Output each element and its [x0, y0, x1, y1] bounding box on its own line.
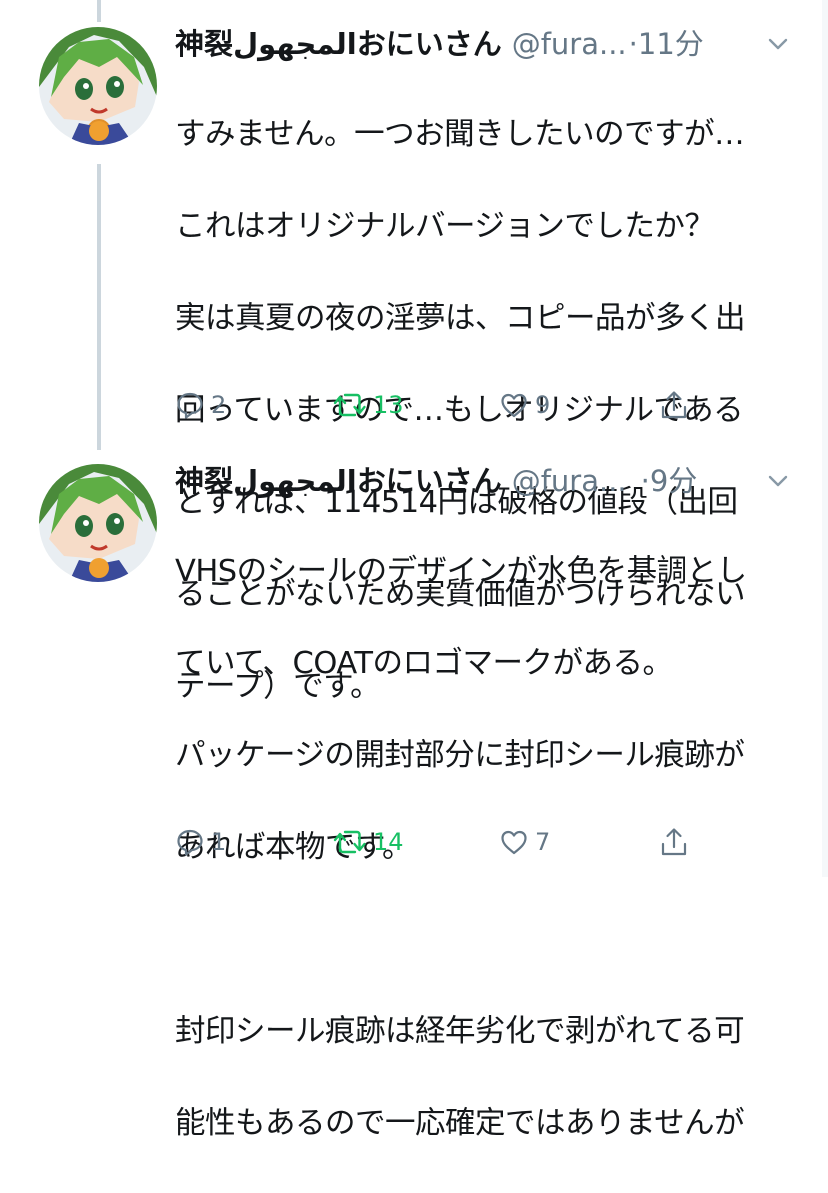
like-button[interactable]: 7 [499, 822, 550, 862]
reply-icon [177, 829, 203, 856]
avatar[interactable] [39, 464, 157, 582]
tweet-text-line: すみません。一つお聞きしたいのですが… [175, 117, 745, 152]
like-count: 7 [535, 828, 551, 856]
tweet-text-line: 実は真夏の夜の淫夢は、コピー品が多く出 [175, 301, 746, 336]
reply-button[interactable]: 1 [175, 822, 226, 862]
retweet-button[interactable]: 13 [333, 385, 404, 425]
tweet-text-line [175, 917, 798, 963]
like-button[interactable]: 9 [499, 385, 550, 425]
handle[interactable]: @fura... [512, 27, 627, 61]
heart-icon [501, 393, 527, 418]
avatar-image [39, 464, 157, 582]
avatar-image [39, 27, 157, 145]
share-button[interactable] [659, 822, 695, 862]
timestamp[interactable]: 9分 [650, 464, 697, 498]
separator-dot: · [640, 464, 650, 498]
display-name[interactable]: 神裂المجهولおにいさん [175, 27, 502, 61]
heart-icon [501, 830, 527, 855]
reply-count: 1 [211, 828, 227, 856]
share-icon [661, 391, 687, 419]
tweet[interactable]: 神裂المجهولおにいさん @fura... ·9分 VHSのシールのデザインが水… [0, 450, 828, 1141]
tweet-text-line: VHSのシールのデザインが水色を基調とし [175, 554, 747, 589]
timestamp[interactable]: 11分 [638, 27, 704, 61]
retweet-icon [333, 393, 366, 417]
share-icon [661, 828, 687, 856]
action-bar: 2 13 9 [175, 385, 808, 425]
scroll-track [822, 0, 828, 877]
tweet-header: 神裂المجهولおにいさん @fura... ·9分 [175, 459, 806, 503]
retweet-count: 14 [373, 828, 404, 856]
avatar[interactable] [39, 27, 157, 145]
tweet-text-line: これはオリジナルバージョンでしたか？ [175, 209, 715, 244]
handle[interactable]: @fura... [512, 464, 627, 498]
chevron-down-icon[interactable] [764, 30, 792, 58]
tweet-text-line: ていて、COATのロゴマークがある。 [175, 646, 673, 681]
retweet-count: 13 [373, 391, 404, 419]
chevron-down-icon[interactable] [764, 467, 792, 495]
reply-icon [177, 392, 203, 419]
display-name[interactable]: 神裂المجهولおにいさん [175, 464, 502, 498]
reply-button[interactable]: 2 [175, 385, 226, 425]
tweet-text-line: 能性もあるので一応確定ではありませんが [175, 1106, 745, 1141]
retweet-icon [333, 830, 366, 854]
tweet-text-line: パッケージの開封部分に封印シール痕跡が [175, 738, 745, 773]
share-button[interactable] [659, 385, 695, 425]
tweet-header: 神裂المجهولおにいさん @fura...·11分 [175, 22, 806, 66]
action-bar: 1 14 7 [175, 822, 808, 862]
separator-dot: · [628, 27, 638, 61]
retweet-button[interactable]: 14 [333, 822, 404, 862]
tweet[interactable]: 神裂المجهولおにいさん @fura...·11分 すみません。一つお聞きした… [0, 0, 828, 704]
tweet-text-line: 封印シール痕跡は経年劣化で剥がれてる可 [175, 1014, 745, 1049]
reply-count: 2 [211, 391, 227, 419]
like-count: 9 [535, 391, 551, 419]
